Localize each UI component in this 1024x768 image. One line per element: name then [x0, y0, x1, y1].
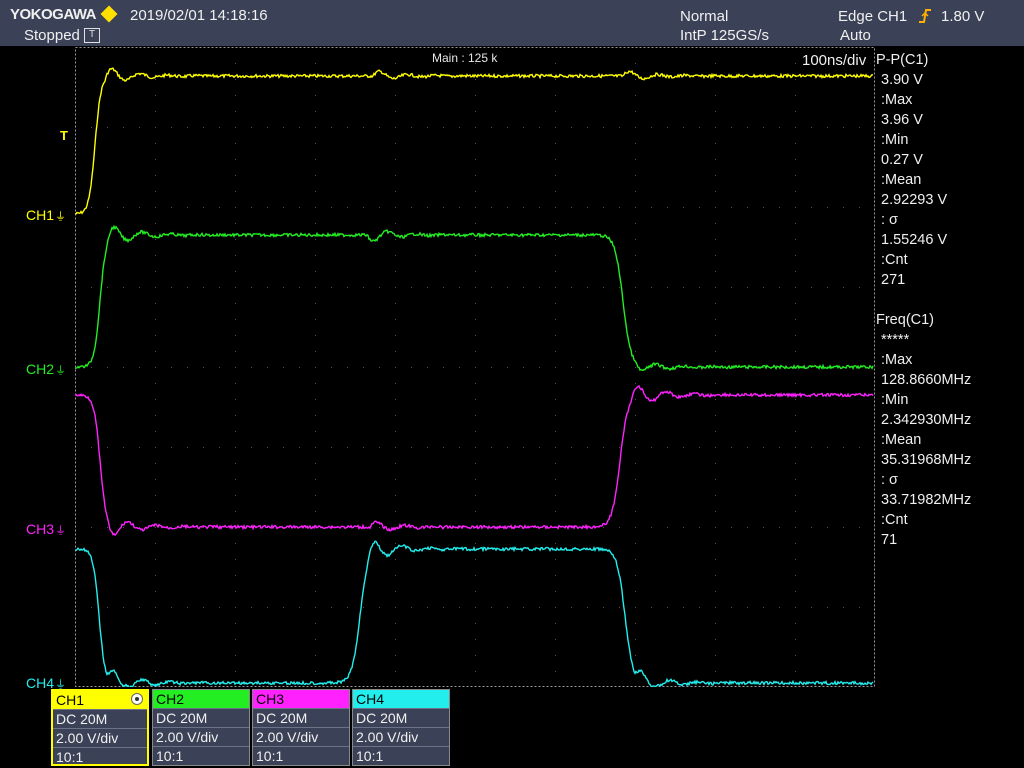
pp-min: 0.27 V — [881, 152, 923, 168]
ch2-marker-label: CH2 — [26, 361, 55, 377]
ch1-marker-label: CH1 — [26, 207, 55, 223]
ch3-scale: 2.00 V/div — [253, 727, 349, 746]
ch2-header: CH2 — [153, 690, 249, 708]
pp-mean: 2.92293 V — [881, 192, 948, 208]
ch4-scale: 2.00 V/div — [353, 727, 449, 746]
freq-min: 2.342930MHz — [881, 412, 972, 428]
ch3-coupling: DC 20M — [253, 708, 349, 727]
ch1-coupling: DC 20M — [53, 709, 147, 728]
ch3-header: CH3 — [253, 690, 349, 708]
freq-sigma-label: : σ — [881, 472, 899, 488]
brand-logo: YOKOGAWA — [10, 6, 97, 23]
pp-max: 3.96 V — [881, 112, 923, 128]
timebase-readout[interactable]: 100ns/div — [802, 52, 866, 69]
ground-icon: ⏚ — [55, 365, 67, 377]
ch1-ground-marker[interactable]: CH1⏚ — [26, 207, 66, 224]
freq-cnt: 71 — [881, 532, 898, 548]
sample-rate: IntP 125GS/s — [680, 27, 769, 44]
ch3-marker-label: CH3 — [26, 521, 55, 537]
ch2-probe: 10:1 — [153, 746, 249, 765]
ch3-probe: 10:1 — [253, 746, 349, 765]
channel-box-ch3[interactable]: CH3 DC 20M 2.00 V/div 10:1 — [252, 689, 350, 766]
freq-max: 128.8660MHz — [881, 372, 972, 388]
channel-box-ch2[interactable]: CH2 DC 20M 2.00 V/div 10:1 — [152, 689, 250, 766]
trigger-mode[interactable]: Auto — [840, 27, 871, 44]
ch2-ground-marker[interactable]: CH2⏚ — [26, 361, 66, 378]
pp-sigma: 1.55246 V — [881, 232, 948, 248]
ch1-scale: 2.00 V/div — [53, 728, 147, 747]
pp-max-label: :Max — [881, 92, 913, 108]
ch3-ground-marker[interactable]: CH3⏚ — [26, 521, 66, 538]
ch2-scale: 2.00 V/div — [153, 727, 249, 746]
trigger-level-marker[interactable]: T — [60, 128, 68, 143]
pp-cnt-label: :Cnt — [881, 252, 908, 268]
run-state: Stopped — [24, 27, 80, 44]
trigger-level[interactable]: 1.80 V — [941, 8, 984, 25]
selected-radio-icon — [131, 693, 143, 705]
freq-value: ***** — [881, 332, 910, 348]
pp-min-label: :Min — [881, 132, 909, 148]
pp-sigma-label: : σ — [881, 212, 899, 228]
date-time: 2019/02/01 14:18:16 — [130, 7, 268, 24]
ch4-header: CH4 — [353, 690, 449, 708]
main-record-length: Main : 125 k — [432, 51, 498, 65]
diamond-icon — [100, 5, 118, 23]
rising-edge-icon — [919, 9, 931, 23]
pp-title: P-P(C1) — [876, 52, 929, 68]
channel-box-ch1[interactable]: CH1 DC 20M 2.00 V/div 10:1 — [51, 689, 149, 766]
pp-value: 3.90 V — [881, 72, 923, 88]
freq-mean: 35.31968MHz — [881, 452, 972, 468]
channel-box-ch4[interactable]: CH4 DC 20M 2.00 V/div 10:1 — [352, 689, 450, 766]
ground-icon: ⏚ — [55, 211, 67, 223]
pp-cnt: 271 — [881, 272, 906, 288]
freq-mean-label: :Mean — [881, 432, 922, 448]
measurement-freq[interactable]: Freq(C1) ***** :Max 128.8660MHz :Min 2.3… — [876, 310, 971, 550]
trigger-type[interactable]: Edge CH1 — [838, 8, 907, 25]
trigger-stop-icon: T — [84, 28, 100, 43]
ground-icon: ⏚ — [55, 525, 67, 537]
ch4-coupling: DC 20M — [353, 708, 449, 727]
freq-title: Freq(C1) — [876, 312, 935, 328]
ch2-coupling: DC 20M — [153, 708, 249, 727]
status-header: YOKOGAWA 2019/02/01 14:18:16 Stopped T N… — [0, 0, 1024, 46]
pp-mean-label: :Mean — [881, 172, 922, 188]
freq-sigma: 33.71982MHz — [881, 492, 972, 508]
ch4-marker-label: CH4 — [26, 675, 55, 691]
freq-min-label: :Min — [881, 392, 909, 408]
freq-cnt-label: :Cnt — [881, 512, 908, 528]
ch4-probe: 10:1 — [353, 746, 449, 765]
ch1-probe: 10:1 — [53, 747, 147, 766]
acquisition-mode[interactable]: Normal — [680, 8, 728, 25]
measurement-pp[interactable]: P-P(C1) 3.90 V :Max 3.96 V :Min 0.27 V :… — [876, 50, 947, 290]
waveform-display[interactable] — [75, 47, 875, 687]
freq-max-label: :Max — [881, 352, 913, 368]
